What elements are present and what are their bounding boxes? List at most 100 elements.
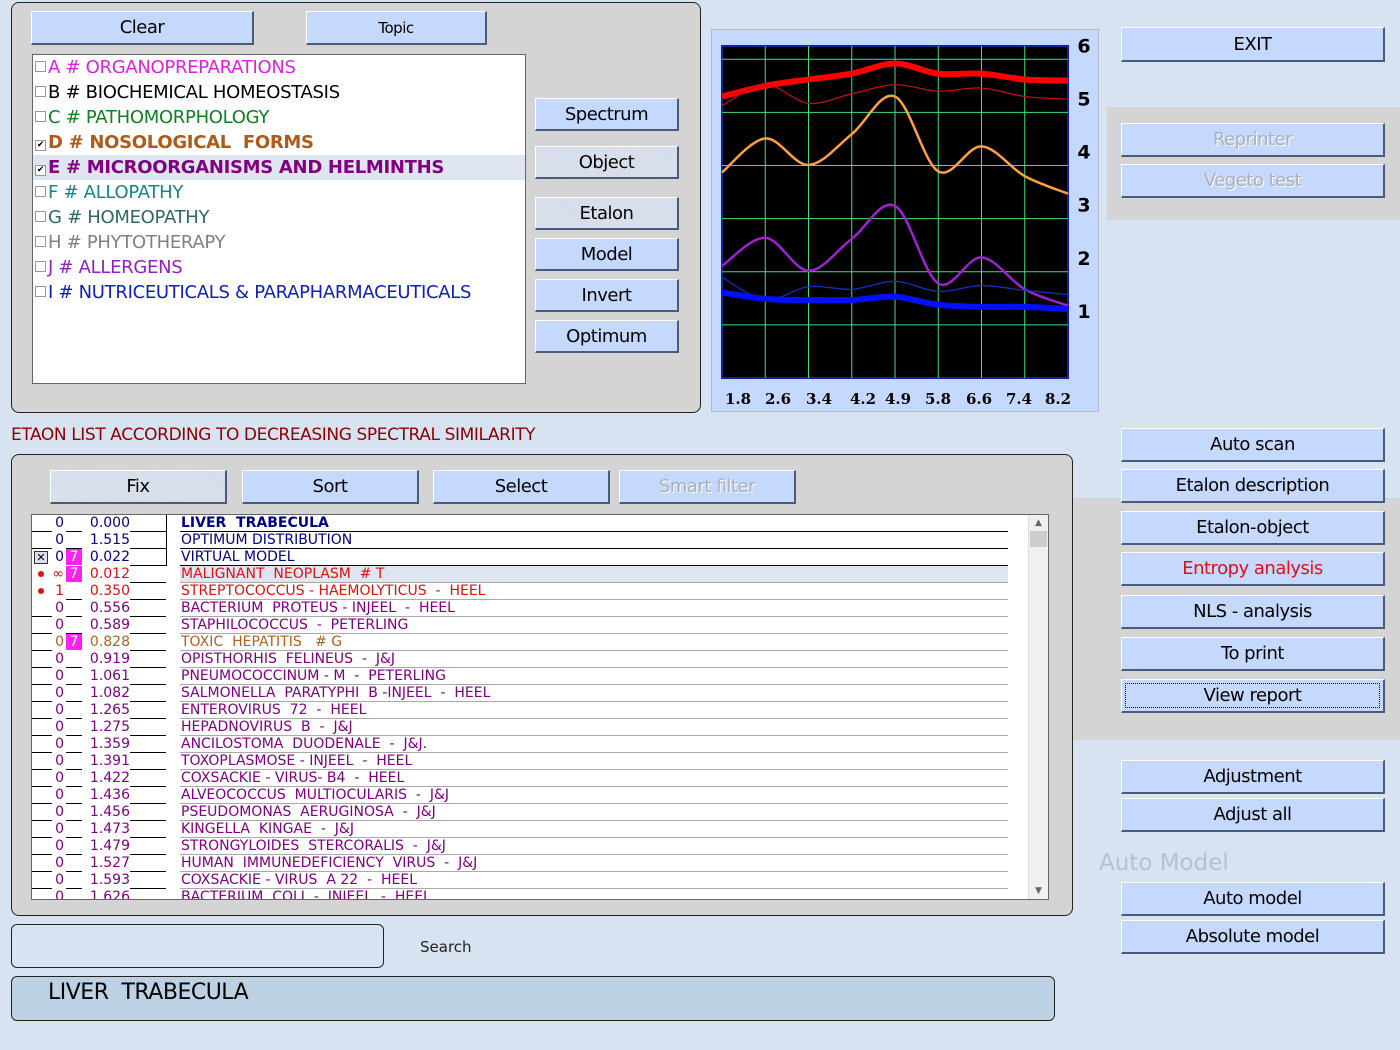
table-row[interactable]: 0 1.479 STRONGYLOIDES STERCORALIS - J&J <box>32 838 1028 855</box>
row-flag-cell[interactable] <box>32 736 52 753</box>
table-row[interactable]: ∞ 7 0.012 MALIGNANT NEOPLASM # T <box>32 566 1028 583</box>
topic-checkbox[interactable] <box>35 86 46 97</box>
row-flag-cell[interactable] <box>32 685 52 702</box>
row-flag-cell[interactable] <box>32 600 52 617</box>
table-row[interactable]: 0 0.000 LIVER TRABECULA <box>32 515 1028 532</box>
topic-item[interactable]: J # ALLERGENS <box>33 255 525 280</box>
clear-button[interactable]: Clear <box>31 11 254 45</box>
scroll-thumb[interactable] <box>1030 531 1047 547</box>
nls-analysis-button[interactable]: NLS - analysis <box>1121 595 1385 629</box>
topic-item[interactable]: B # BIOCHEMICAL HOMEOSTASIS <box>33 80 525 105</box>
row-flag-cell[interactable] <box>32 889 52 899</box>
topic-button[interactable]: Topic <box>306 11 487 45</box>
topic-item[interactable]: F # ALLOPATHY <box>33 180 525 205</box>
search-input[interactable] <box>11 924 384 968</box>
sort-button[interactable]: Sort <box>242 470 419 504</box>
scroll-down-icon[interactable]: ▼ <box>1029 883 1048 899</box>
table-row[interactable]: 0 1.422 COXSACKIE - VIRUS- B4 - HEEL <box>32 770 1028 787</box>
auto-scan-button[interactable]: Auto scan <box>1121 428 1385 462</box>
table-row[interactable]: 0 1.391 TOXOPLASMOSE - INJEEL - HEEL <box>32 753 1028 770</box>
table-row[interactable]: 0 1.593 COXSACKIE - VIRUS A 22 - HEEL <box>32 872 1028 889</box>
topic-item[interactable]: ✔ E # MICROORGANISMS AND HELMINTHS <box>33 155 525 180</box>
object-button[interactable]: Object <box>535 146 679 179</box>
topic-checkbox[interactable] <box>35 236 46 247</box>
topic-item[interactable]: G # HOMEOPATHY <box>33 205 525 230</box>
model-button[interactable]: Model <box>535 238 679 271</box>
table-row[interactable]: 0 7 0.828 TOXIC HEPATITIS # G <box>32 634 1028 651</box>
topic-checkbox[interactable] <box>35 111 46 122</box>
invert-button[interactable]: Invert <box>535 279 679 312</box>
row-flag-cell[interactable] <box>32 515 52 532</box>
to-print-button[interactable]: To print <box>1121 637 1385 671</box>
row-mark <box>66 532 82 549</box>
row-flag-cell[interactable] <box>32 753 52 770</box>
row-flag-cell[interactable] <box>32 872 52 889</box>
auto-model-button[interactable]: Auto model <box>1121 882 1385 916</box>
etalon-description-button[interactable]: Etalon description <box>1121 469 1385 503</box>
table-row[interactable]: 0 1.473 KINGELLA KINGAE - J&J <box>32 821 1028 838</box>
vertical-scrollbar[interactable]: ▲ ▼ <box>1028 515 1048 899</box>
row-flag-cell[interactable] <box>32 821 52 838</box>
x-tick-label: 6.6 <box>966 390 992 408</box>
etalon-button[interactable]: Etalon <box>535 197 679 230</box>
exit-button[interactable]: EXIT <box>1121 27 1385 62</box>
topic-checkbox[interactable] <box>35 211 46 222</box>
table-row[interactable]: 0 1.456 PSEUDOMONAS AERUGINOSA - J&J <box>32 804 1028 821</box>
topic-checkbox[interactable]: ✔ <box>35 140 46 151</box>
table-row[interactable]: 0 1.082 SALMONELLA PARATYPHI B -INJEEL - H… <box>32 685 1028 702</box>
optimum-button[interactable]: Optimum <box>535 320 679 353</box>
topic-checkbox[interactable] <box>35 61 46 72</box>
table-row[interactable]: 0 1.626 BACTERIUM COLI - INJEEL - HEEL <box>32 889 1028 899</box>
table-row[interactable]: 0 1.275 HEPADNOVIRUS B - J&J <box>32 719 1028 736</box>
table-row[interactable]: 0 1.061 PNEUMOCOCCINUM - M - PETERLING <box>32 668 1028 685</box>
row-count: 0 <box>55 515 64 531</box>
red-dot-icon[interactable] <box>32 566 52 582</box>
row-name: ALVEOCOCCUS MULTIOCULARIS - J&J <box>180 787 1008 804</box>
row-flag-cell[interactable] <box>32 719 52 736</box>
table-row[interactable]: 0 0.556 BACTERIUM PROTEUS - INJEEL - HEEL <box>32 600 1028 617</box>
absolute-model-button[interactable]: Absolute model <box>1121 920 1385 954</box>
row-flag-cell[interactable] <box>32 617 52 634</box>
topic-item[interactable]: C # PATHOMORPHOLOGY <box>33 105 525 130</box>
row-flag-cell[interactable] <box>32 668 52 685</box>
row-mark: 7 <box>66 566 82 582</box>
adjust-all-button[interactable]: Adjust all <box>1121 798 1385 832</box>
row-flag-cell[interactable] <box>32 838 52 855</box>
topic-checkbox[interactable] <box>35 286 46 297</box>
select-button[interactable]: Select <box>433 470 610 504</box>
etalon-object-button[interactable]: Etalon-object <box>1121 511 1385 545</box>
row-flag-cell[interactable] <box>32 634 52 651</box>
red-dot-icon[interactable] <box>32 583 52 599</box>
topic-item[interactable]: H # PHYTOTHERAPY <box>33 230 525 255</box>
row-flag-cell[interactable] <box>32 804 52 821</box>
table-row[interactable]: ✕ 0 7 0.022 VIRTUAL MODEL <box>32 549 1028 566</box>
table-row[interactable]: 0 1.436 ALVEOCOCCUS MULTIOCULARIS - J&J <box>32 787 1028 804</box>
spectrum-button[interactable]: Spectrum <box>535 98 679 131</box>
topic-item[interactable]: I # NUTRICEUTICALS & PARAPHARMACEUTICALS <box>33 280 525 305</box>
topic-item[interactable]: A # ORGANOPREPARATIONS <box>33 55 525 80</box>
scroll-up-icon[interactable]: ▲ <box>1029 515 1048 531</box>
row-flag-cell[interactable] <box>32 770 52 787</box>
table-row[interactable]: 0 0.919 OPISTHORHIS FELINEUS - J&J <box>32 651 1028 668</box>
topic-checkbox[interactable]: ✔ <box>35 165 46 176</box>
row-flag-cell[interactable] <box>32 702 52 719</box>
table-row[interactable]: 0 1.515 OPTIMUM DISTRIBUTION <box>32 532 1028 549</box>
table-row[interactable]: 0 1.527 HUMAN IMMUNEDEFICIENCY VIRUS - J&J <box>32 855 1028 872</box>
topic-checkbox[interactable] <box>35 261 46 272</box>
table-row[interactable]: 0 1.265 ENTEROVIRUS 72 - HEEL <box>32 702 1028 719</box>
table-row[interactable]: 0 1.359 ANCILOSTOMA DUODENALE - J&J. <box>32 736 1028 753</box>
topic-checkbox[interactable] <box>35 186 46 197</box>
topic-item[interactable]: ✔ D # NOSOLOGICAL FORMS <box>33 130 525 155</box>
row-flag-cell[interactable] <box>32 787 52 804</box>
adjustment-button[interactable]: Adjustment <box>1121 760 1385 794</box>
table-row[interactable]: 1 0.350 STREPTOCOCCUS - HAEMOLYTICUS - HEE… <box>32 583 1028 600</box>
row-flag-cell[interactable] <box>32 855 52 872</box>
row-name: HEPADNOVIRUS B - J&J <box>180 719 1008 736</box>
table-row[interactable]: 0 0.589 STAPHILOCOCCUS - PETERLING <box>32 617 1028 634</box>
entropy-analysis-button[interactable]: Entropy analysis <box>1121 552 1385 586</box>
checked-box-icon[interactable]: ✕ <box>32 549 52 565</box>
fix-button[interactable]: Fix <box>50 470 227 504</box>
row-flag-cell[interactable] <box>32 532 52 549</box>
view-report-button[interactable]: View report <box>1121 679 1385 713</box>
row-flag-cell[interactable] <box>32 651 52 668</box>
